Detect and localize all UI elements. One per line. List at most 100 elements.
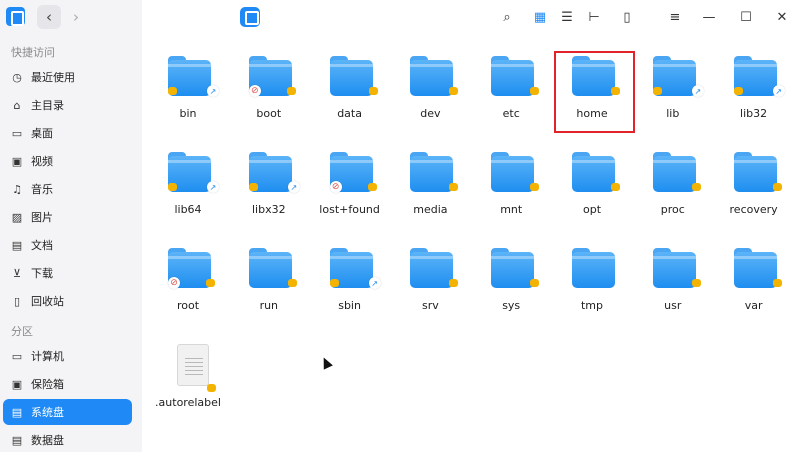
folder-item[interactable]: ↗ lib32 — [714, 56, 794, 146]
folder-item[interactable]: etc — [471, 56, 551, 146]
folder-item[interactable]: run — [229, 248, 309, 338]
sidebar-item-image[interactable]: ▨ 图片 — [3, 204, 132, 230]
sidebar-item-music[interactable]: ♫ 音乐 — [3, 176, 132, 202]
lock-icon — [733, 87, 743, 95]
folder-item[interactable]: sys — [471, 248, 551, 338]
folder-item[interactable]: ↗ lib64 — [148, 152, 228, 242]
sidebar-item-label: 系统盘 — [31, 406, 64, 419]
safe-icon: ▣ — [11, 377, 23, 391]
folder-item[interactable]: ↗ libx32 — [229, 152, 309, 242]
sidebar-item-document[interactable]: ▤ 文档 — [3, 232, 132, 258]
back-button[interactable]: ‹ — [37, 5, 61, 29]
folder-icon — [329, 56, 373, 96]
no-access-icon: ⊘ — [329, 181, 342, 193]
folder-item[interactable]: var — [714, 248, 794, 338]
minimize-button[interactable]: — — [698, 6, 720, 28]
item-label: recovery — [729, 203, 778, 216]
no-access-icon: ⊘ — [168, 277, 180, 289]
item-label: home — [576, 107, 608, 120]
sidebar-item-data-disk[interactable]: ▤ 数据盘 — [3, 427, 132, 452]
data-disk-icon: ▤ — [11, 433, 23, 447]
tree-view-icon[interactable]: ⊢ — [583, 6, 605, 28]
sidebar-item-computer[interactable]: ▭ 计算机 — [3, 343, 132, 369]
video-icon: ▣ — [11, 154, 23, 168]
close-button[interactable]: ✕ — [771, 6, 793, 28]
system-disk-icon: ▤ — [11, 405, 23, 419]
symlink-icon: ↗ — [772, 85, 785, 97]
lock-icon — [368, 87, 378, 95]
sidebar-item-label: 下载 — [31, 267, 53, 280]
sidebar-item-trash[interactable]: ▯ 回收站 — [3, 288, 132, 314]
item-label: data — [337, 107, 362, 120]
folder-item[interactable]: data — [310, 56, 390, 146]
folder-icon — [410, 56, 454, 96]
folder-item[interactable]: usr — [633, 248, 713, 338]
folder-item[interactable]: ⊘ root — [148, 248, 228, 338]
symlink-icon: ↗ — [287, 181, 300, 193]
lock-icon — [168, 87, 177, 95]
sidebar-item-home[interactable]: ⌂ 主目录 — [3, 92, 132, 118]
folder-item[interactable]: proc — [633, 152, 713, 242]
folder-item[interactable]: dev — [390, 56, 470, 146]
item-label: bin — [179, 107, 197, 120]
item-label: .autorelabel — [155, 396, 221, 409]
lock-icon — [772, 279, 782, 287]
folder-icon — [491, 152, 535, 192]
folder-item[interactable]: home — [552, 56, 632, 146]
desktop-icon: ▭ — [11, 126, 23, 140]
folder-icon — [410, 248, 454, 288]
image-icon: ▨ — [11, 210, 23, 224]
search-icon[interactable]: ⌕ — [496, 6, 518, 28]
folder-item[interactable]: ⊘ boot — [229, 56, 309, 146]
grid-view-icon[interactable]: ▦ — [529, 6, 551, 28]
item-label: proc — [660, 203, 685, 216]
item-label: tmp — [580, 299, 603, 312]
folder-item[interactable]: ↗ bin — [148, 56, 228, 146]
file-item[interactable]: .autorelabel — [148, 344, 228, 434]
sidebar-item-system-disk[interactable]: ▤ 系统盘 — [3, 399, 132, 425]
file-manager-logo-icon — [6, 7, 25, 26]
item-label: var — [744, 299, 763, 312]
folder-item[interactable]: ↗ lib — [633, 56, 713, 146]
sidebar-item-safe[interactable]: ▣ 保险箱 — [3, 371, 132, 397]
sidebar-item-label: 文档 — [31, 239, 53, 252]
folder-item[interactable]: ⊘ lost+found — [310, 152, 390, 242]
sidebar-item-label: 保险箱 — [31, 378, 64, 391]
lock-icon — [691, 279, 701, 287]
folder-item[interactable]: media — [390, 152, 470, 242]
folder-icon — [733, 152, 777, 192]
file-grid: ↗ bin ⊘ boot data dev etc home ↗ lib ↗ lib32 ↗ lib64 ↗… — [142, 34, 800, 452]
item-label: mnt — [500, 203, 523, 216]
symlink-icon: ↗ — [368, 277, 381, 289]
symlink-icon: ↗ — [207, 85, 219, 97]
folder-icon — [652, 152, 696, 192]
forward-button[interactable]: › — [64, 5, 88, 29]
sidebar-item-download[interactable]: ⊻ 下载 — [3, 260, 132, 286]
lock-icon — [248, 183, 258, 191]
lock-icon — [287, 279, 297, 287]
list-view-icon[interactable]: ☰ — [556, 6, 578, 28]
maximize-button[interactable]: ☐ — [735, 6, 757, 28]
item-label: sbin — [338, 299, 361, 312]
item-label: boot — [256, 107, 282, 120]
item-label: dev — [420, 107, 441, 120]
folder-item[interactable]: recovery — [714, 152, 794, 242]
folder-item[interactable]: ↗ sbin — [310, 248, 390, 338]
sidebar-item-clock[interactable]: ◷ 最近使用 — [3, 64, 132, 90]
sidebar-item-label: 主目录 — [31, 99, 64, 112]
sidebar-item-desktop[interactable]: ▭ 桌面 — [3, 120, 132, 146]
lock-icon — [530, 87, 540, 95]
folder-item[interactable]: srv — [390, 248, 470, 338]
folder-item[interactable]: tmp — [552, 248, 632, 338]
sidebar-item-video[interactable]: ▣ 视频 — [3, 148, 132, 174]
folder-icon — [410, 152, 454, 192]
item-label: etc — [502, 107, 520, 120]
sidebar-item-label: 音乐 — [31, 183, 53, 196]
folder-item[interactable]: mnt — [471, 152, 551, 242]
system-disk-breadcrumb-icon[interactable] — [240, 7, 260, 27]
sidebar: ‹ › 快捷访问 ◷ 最近使用 ⌂ 主目录 ▭ 桌面 ▣ 视频 ♫ 音乐 ▨ 图片 ▤ 文档 ⊻ 下载 ▯ 回收站… — [0, 0, 142, 452]
folder-item[interactable]: opt — [552, 152, 632, 242]
details-panel-icon[interactable]: ▯ — [616, 6, 638, 28]
menu-icon[interactable]: ≡ — [664, 6, 686, 28]
item-label: lost+found — [319, 203, 380, 216]
